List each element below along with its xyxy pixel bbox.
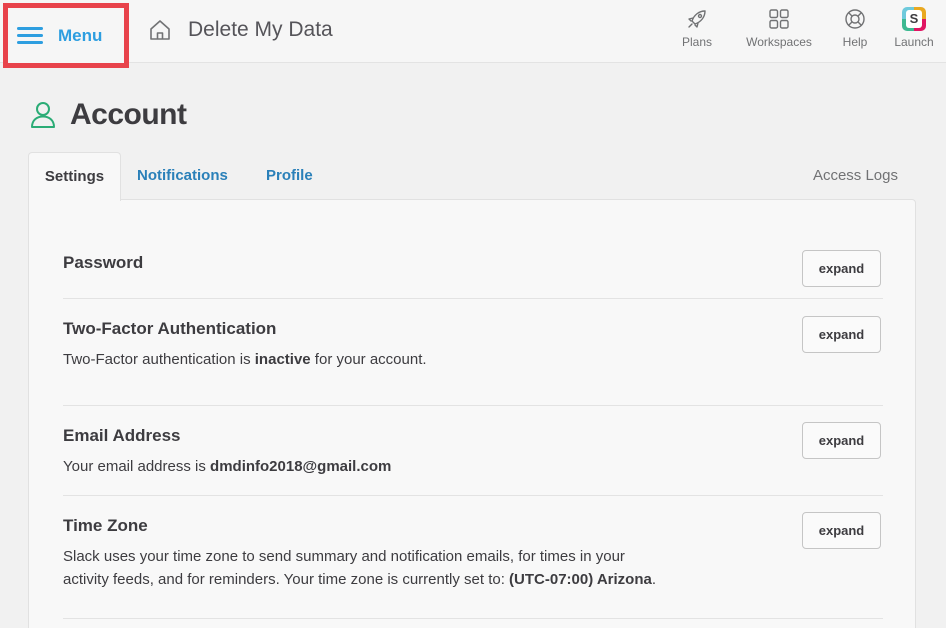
site-title: Delete My Data [188,18,333,41]
settings-panel: Password expand Two-Factor Authenticatio… [28,199,916,628]
timezone-title: Time Zone [63,516,148,535]
page-title: Account [70,98,187,131]
nav-help-label: Help [842,35,868,49]
nav-plans-label: Plans [681,35,713,49]
timezone-value: (UTC-07:00) Arizona [509,571,652,588]
nav-workspaces-label: Workspaces [746,35,812,49]
page-header: Account [30,98,187,132]
slack-logo-icon: S [902,7,926,31]
rocket-icon [688,10,706,28]
user-icon [31,102,55,128]
timezone-description: Slack uses your time zone to send summar… [63,548,657,588]
password-expand-button[interactable]: expand [802,250,881,287]
top-navigation-bar: Menu Delete My Data Plans Workspaces Hel… [0,0,946,68]
hamburger-icon [17,27,43,44]
nav-help[interactable]: Help [832,6,878,49]
two-factor-title: Two-Factor Authentication [63,319,277,338]
password-section: Password [63,253,883,273]
top-nav-actions: Plans Workspaces Help S Launch [672,6,940,49]
two-factor-description: Two-Factor authentication is inactive fo… [63,351,427,368]
site-title-link[interactable]: Delete My Data [148,18,333,42]
menu-label: Menu [58,25,103,45]
timezone-expand-button[interactable]: expand [802,512,881,549]
grid-icon [769,9,789,29]
email-value: dmdinfo2018@gmail.com [210,458,392,475]
nav-workspaces[interactable]: Workspaces [736,6,822,49]
two-factor-section: Two-Factor Authentication Two-Factor aut… [63,319,883,371]
nav-plans[interactable]: Plans [672,6,722,49]
launch-logo-letter: S [906,10,922,28]
password-title: Password [63,253,144,272]
timezone-section: Time Zone Slack uses your time zone to s… [63,516,883,591]
email-description: Your email address is dmdinfo2018@gmail.… [63,458,392,475]
nav-launch[interactable]: S Launch [888,6,940,49]
tab-access-logs[interactable]: Access Logs [813,152,898,200]
tab-notifications[interactable]: Notifications [137,152,228,200]
nav-launch-label: Launch [894,35,934,49]
divider [63,618,883,619]
home-icon [150,20,170,40]
two-factor-status: inactive [254,351,311,368]
email-section: Email Address Your email address is dmdi… [63,426,883,478]
email-title: Email Address [63,426,181,445]
divider [63,405,883,406]
lifebuoy-icon [845,9,865,29]
tab-profile[interactable]: Profile [266,152,313,200]
menu-button[interactable]: Menu [3,3,129,68]
divider [63,298,883,299]
two-factor-expand-button[interactable]: expand [802,316,881,353]
email-expand-button[interactable]: expand [802,422,881,459]
account-tabs: Settings Notifications Profile Access Lo… [28,152,918,201]
divider [63,495,883,496]
tab-settings[interactable]: Settings [28,152,121,201]
